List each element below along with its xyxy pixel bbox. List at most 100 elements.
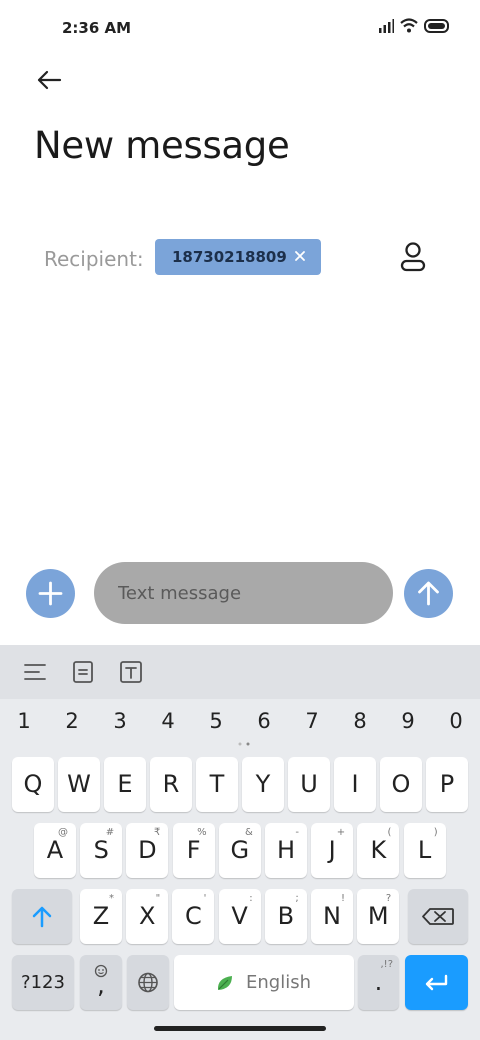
arrow-left-icon [37, 70, 62, 90]
key-letter: N [323, 902, 341, 930]
letter-key[interactable]: I [334, 757, 376, 812]
key-letter: V [231, 902, 248, 930]
letter-key[interactable]: * Z [80, 889, 122, 944]
backspace-key[interactable] [408, 889, 468, 944]
letter-key[interactable]: " X [126, 889, 169, 944]
clipboard-icon [73, 661, 93, 683]
number-key[interactable]: 2 [48, 709, 96, 733]
space-key[interactable]: English [174, 955, 354, 1010]
symbols-key-label: ?123 [21, 972, 65, 993]
letter-key[interactable]: ! N [311, 889, 353, 944]
key-letter: O [391, 770, 411, 798]
number-key[interactable]: 7 [288, 709, 336, 733]
letter-key[interactable]: + J [311, 823, 354, 878]
letter-key[interactable]: P [426, 757, 468, 812]
letter-key[interactable]: W [58, 757, 100, 812]
wifi-icon [400, 18, 418, 33]
contact-picker-button[interactable] [398, 240, 428, 274]
number-key[interactable]: 0 [432, 709, 480, 733]
clipboard-button[interactable] [70, 659, 96, 685]
key-letter: Q [23, 770, 43, 798]
letter-key[interactable]: -H [265, 823, 307, 878]
key-letter: I [351, 770, 359, 798]
space-key-label: English [246, 972, 311, 993]
keyboard: 1234567890 QWE R T Y U I OP @ A # S ₹ D% F & G - H + J(K) L… [0, 645, 480, 1040]
shift-arrow-icon [32, 906, 52, 928]
recipient-number: 18730218809 [172, 248, 287, 266]
letter-key[interactable]: O [380, 757, 422, 812]
key-letter: U [300, 770, 318, 798]
letter-key[interactable]: T [196, 757, 238, 812]
number-key[interactable]: 9 [384, 709, 432, 733]
period-key-label: . [374, 968, 383, 996]
period-key[interactable]: ,!? . [358, 955, 399, 1010]
letter-key[interactable]: U [288, 757, 330, 812]
key-letter: E [117, 770, 133, 798]
letter-key[interactable]: ? M [357, 889, 400, 944]
remove-recipient-button[interactable] [291, 247, 309, 265]
attach-button[interactable] [26, 569, 75, 618]
letter-key[interactable]: @ A [34, 823, 76, 878]
person-icon [400, 242, 426, 272]
key-letter: F [186, 836, 201, 864]
key-letter: D [138, 836, 157, 864]
key-letter: G [230, 836, 250, 864]
status-bar: 2:36 AM [0, 0, 480, 56]
send-button[interactable] [404, 569, 453, 618]
number-key[interactable]: 6 [240, 709, 288, 733]
recipient-chip[interactable]: 18730218809 [155, 239, 321, 275]
key-letter: R [162, 770, 180, 798]
key-letter: L [417, 836, 432, 864]
recipient-label: Recipient: [44, 247, 144, 271]
letter-key[interactable]: % F [172, 823, 215, 878]
symbols-key[interactable]: ?123 [12, 955, 74, 1010]
number-key[interactable]: 3 [96, 709, 144, 733]
letter-key[interactable]: ) L [403, 823, 446, 878]
status-icons [378, 18, 450, 33]
clipboard-menu-button[interactable] [22, 659, 48, 685]
key-letter: Y [255, 770, 271, 798]
number-row: 1234567890 [0, 699, 480, 745]
key-letter: T [209, 770, 225, 798]
message-input[interactable] [94, 562, 393, 624]
page-title: New message [34, 124, 290, 167]
shift-key[interactable] [12, 889, 72, 944]
emoji-comma-key[interactable]: , [80, 955, 122, 1010]
key-letter: K [370, 836, 387, 864]
enter-key[interactable] [405, 955, 468, 1010]
key-letter: C [185, 902, 202, 930]
letter-key[interactable]: ' C [172, 889, 215, 944]
key-letter: Z [92, 902, 110, 930]
letter-key[interactable]: :V [218, 889, 261, 944]
recipient-row: Recipient: 18730218809 [0, 238, 480, 278]
key-letter: H [276, 836, 296, 864]
letter-key[interactable]: E [104, 757, 146, 812]
letter-key[interactable]: (K [357, 823, 400, 878]
letter-key[interactable]: & G [218, 823, 261, 878]
key-letter: J [328, 836, 336, 864]
number-key[interactable]: 4 [144, 709, 192, 733]
signal-icon [379, 18, 394, 33]
key-letter: A [46, 836, 64, 864]
letter-key[interactable]: # S [80, 823, 123, 878]
letter-key[interactable]: ₹ D [126, 823, 169, 878]
number-key[interactable]: 1 [0, 709, 48, 733]
letter-key[interactable]: Q [12, 757, 54, 812]
arrow-up-icon [418, 581, 439, 606]
number-key[interactable]: 8 [336, 709, 384, 733]
back-button[interactable] [32, 64, 68, 96]
letter-key[interactable]: R [150, 757, 192, 812]
text-style-button[interactable] [118, 659, 144, 685]
leaf-icon [217, 976, 232, 990]
key-letter: S [93, 836, 109, 864]
letter-key[interactable]: Y [242, 757, 284, 812]
language-key[interactable] [127, 955, 169, 1010]
letter-key[interactable]: ; B [264, 889, 307, 944]
page-indicator-icon [238, 742, 250, 746]
text-lines-icon [24, 664, 46, 680]
number-key[interactable]: 5 [192, 709, 240, 733]
globe-icon [138, 972, 158, 993]
enter-icon [425, 974, 448, 991]
home-indicator[interactable] [154, 1026, 326, 1031]
key-letter: B [277, 902, 295, 930]
